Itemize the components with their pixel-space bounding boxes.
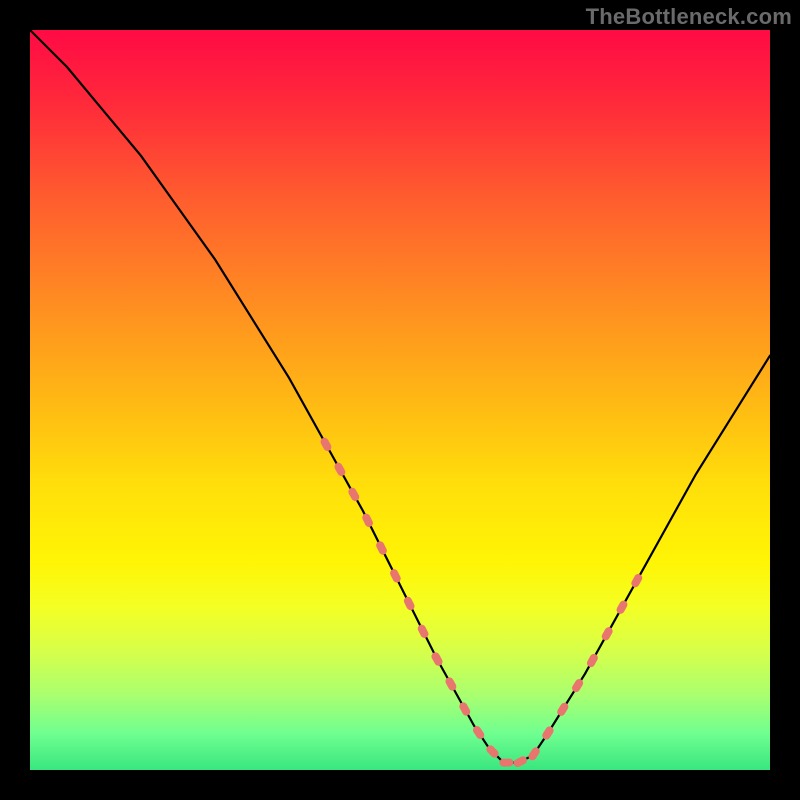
marker-dash: [570, 678, 584, 694]
marker-dash: [527, 746, 541, 762]
marker-dash: [361, 512, 374, 528]
marker-dash: [375, 540, 388, 556]
marker-dash: [512, 755, 528, 768]
marker-dash: [319, 436, 333, 452]
marker-dash: [541, 725, 555, 741]
marker-dash: [586, 652, 600, 668]
marker-dash: [416, 623, 429, 639]
marker-dash: [556, 701, 570, 717]
marker-dash: [430, 651, 444, 667]
marker-dash: [458, 701, 472, 717]
marker-dash: [600, 626, 614, 642]
chart-svg: [30, 30, 770, 770]
chart-frame: TheBottleneck.com: [0, 0, 800, 800]
marker-dash: [389, 568, 402, 584]
watermark-text: TheBottleneck.com: [586, 4, 792, 30]
marker-dash: [430, 651, 444, 667]
marker-dash: [485, 744, 501, 760]
marker-dash: [333, 461, 347, 477]
marker-dash: [347, 486, 361, 502]
bottleneck-curve-line: [30, 30, 770, 763]
marker-dash: [499, 759, 513, 767]
marker-dash: [630, 573, 644, 589]
marker-dash: [402, 595, 415, 611]
chart-plot-area: [30, 30, 770, 770]
marker-dash: [615, 599, 629, 615]
marker-dash: [541, 725, 555, 741]
marker-dash: [444, 676, 458, 692]
marker-dash: [471, 724, 485, 740]
curve-markers: [319, 436, 644, 768]
